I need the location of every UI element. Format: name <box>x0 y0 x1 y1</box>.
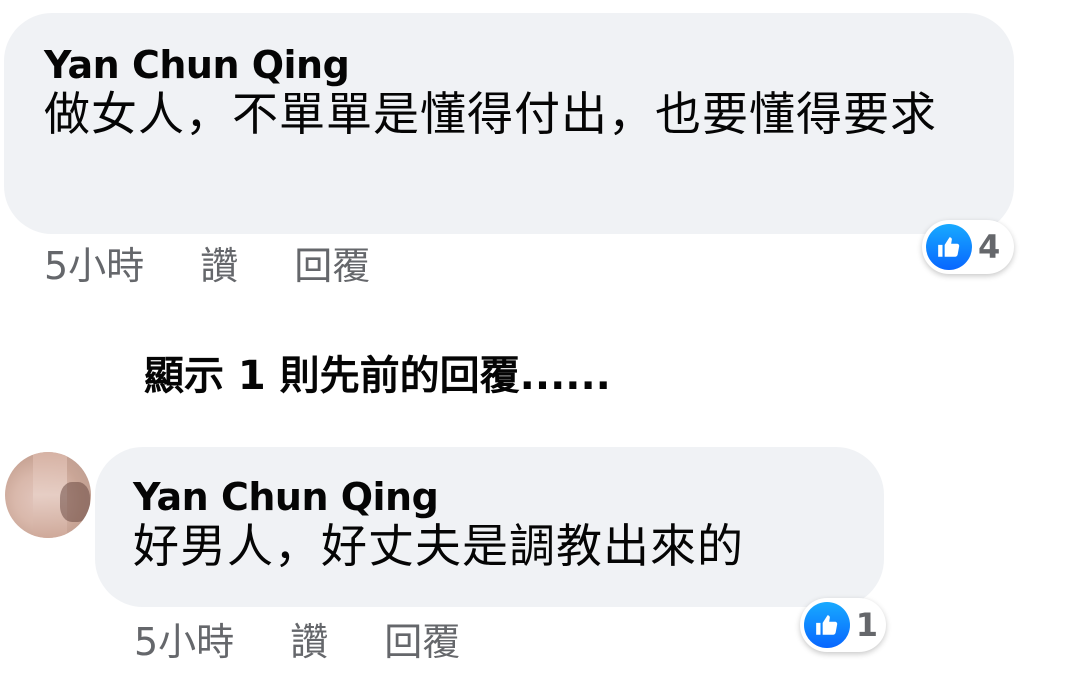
thumbs-up-icon <box>804 602 850 648</box>
like-button[interactable]: 讚 <box>290 620 328 664</box>
like-button[interactable]: 讚 <box>200 244 238 288</box>
reply-text: 好男人，好丈夫是調教出來的 <box>133 519 744 573</box>
reaction-summary[interactable]: 1 <box>800 598 886 652</box>
reply-button[interactable]: 回覆 <box>384 620 460 664</box>
comment-text: 做女人，不單單是懂得付出，也要懂得要求 <box>44 87 937 141</box>
comment-actions: 5小時 讚 回覆 <box>44 244 370 288</box>
reply-bubble: Yan Chun Qing 好男人，好丈夫是調教出來的 <box>95 447 884 607</box>
reply-button[interactable]: 回覆 <box>294 244 370 288</box>
reply-timestamp[interactable]: 5小時 <box>134 620 234 664</box>
reaction-summary[interactable]: 4 <box>922 220 1014 274</box>
comment-author[interactable]: Yan Chun Qing <box>44 43 978 87</box>
reply-author[interactable]: Yan Chun Qing <box>133 475 848 519</box>
comment-timestamp[interactable]: 5小時 <box>44 244 144 288</box>
reaction-count: 1 <box>855 606 878 644</box>
view-previous-replies-link[interactable]: 顯示 1 則先前的回覆...... <box>144 352 611 400</box>
avatar[interactable] <box>5 452 91 538</box>
reply-actions: 5小時 讚 回覆 <box>134 620 460 664</box>
thumbs-up-icon <box>926 224 972 270</box>
comment-bubble: Yan Chun Qing 做女人，不單單是懂得付出，也要懂得要求 <box>4 13 1014 234</box>
reaction-count: 4 <box>978 228 1001 266</box>
